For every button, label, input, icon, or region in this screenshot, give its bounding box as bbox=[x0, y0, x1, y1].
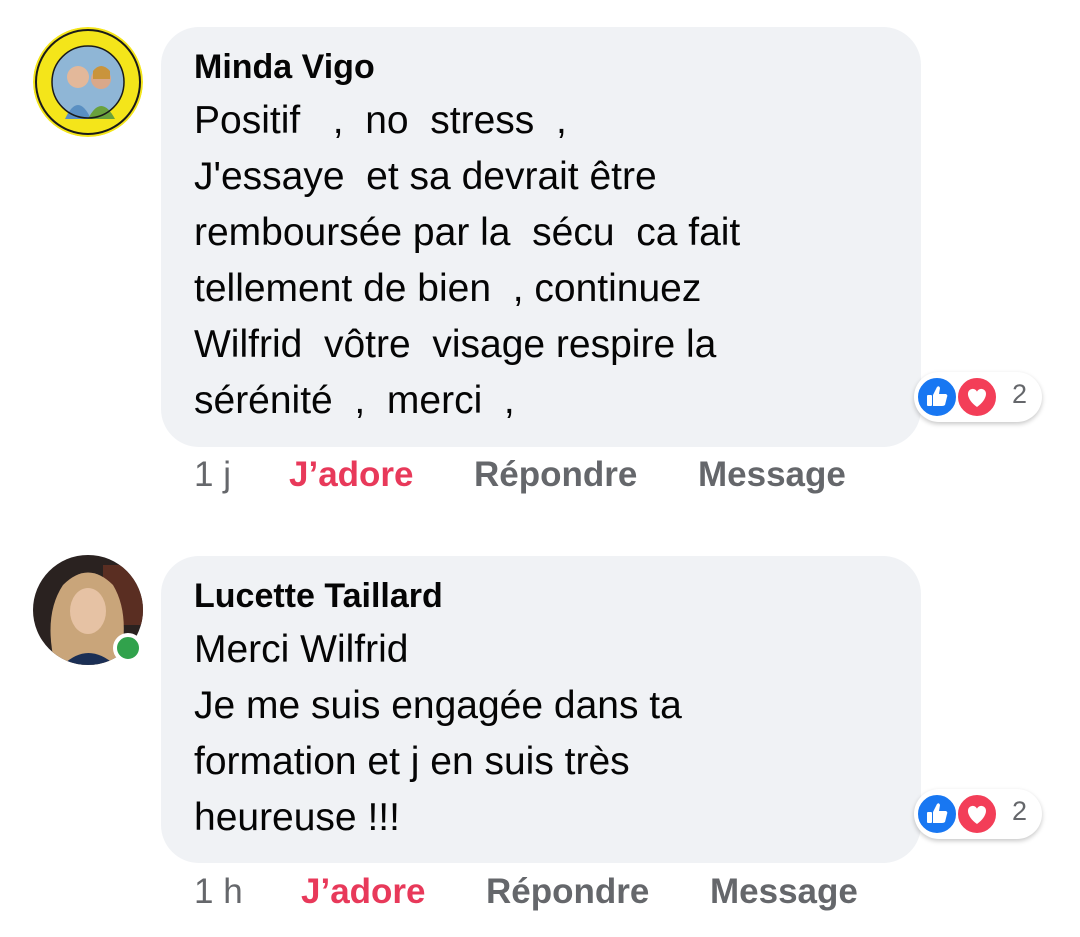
reply-button[interactable]: Répondre bbox=[486, 872, 649, 912]
like-icon bbox=[916, 793, 958, 835]
comment-bubble[interactable]: Minda Vigo Positif , no stress , J'essay… bbox=[161, 27, 921, 447]
comment-author[interactable]: Lucette Taillard bbox=[194, 574, 891, 618]
comment-line: sérénité , merci , bbox=[194, 379, 515, 422]
comment-timestamp[interactable]: 1 j bbox=[194, 455, 231, 495]
comment-line: Positif , no stress , bbox=[194, 99, 567, 142]
comment-text: Merci Wilfrid Je me suis engagée dans ta… bbox=[194, 622, 891, 846]
comment-timestamp[interactable]: 1 h bbox=[194, 872, 243, 912]
love-icon bbox=[956, 793, 998, 835]
comment-line: formation et j en suis très bbox=[194, 740, 630, 783]
comment-line: Wilfrid vôtre visage respire la bbox=[194, 323, 717, 366]
comment-line: heureuse !!! bbox=[194, 796, 400, 839]
reaction-summary[interactable]: 2 bbox=[914, 789, 1042, 839]
comment-line: J'essaye et sa devrait être bbox=[194, 155, 657, 198]
online-status-indicator bbox=[113, 633, 143, 663]
avatar[interactable] bbox=[33, 27, 143, 137]
comment-line: Merci Wilfrid bbox=[194, 628, 409, 671]
love-icon bbox=[956, 376, 998, 418]
comment-author[interactable]: Minda Vigo bbox=[194, 45, 891, 89]
like-icon bbox=[916, 376, 958, 418]
comment-text: Positif , no stress , J'essaye et sa dev… bbox=[194, 93, 891, 429]
comment-bubble[interactable]: Lucette Taillard Merci Wilfrid Je me sui… bbox=[161, 556, 921, 863]
message-button[interactable]: Message bbox=[698, 455, 846, 495]
reaction-count: 2 bbox=[1012, 379, 1028, 409]
love-reaction-button[interactable]: J’adore bbox=[301, 872, 426, 912]
comment-line: remboursée par la sécu ca fait bbox=[194, 211, 741, 254]
reaction-summary[interactable]: 2 bbox=[914, 372, 1042, 422]
message-button[interactable]: Message bbox=[710, 872, 858, 912]
avatar-badge-image bbox=[33, 27, 143, 137]
comment-line: Je me suis engagée dans ta bbox=[194, 684, 682, 727]
comment-line: tellement de bien , continuez bbox=[194, 267, 702, 310]
reaction-count: 2 bbox=[1012, 796, 1028, 826]
love-reaction-button[interactable]: J’adore bbox=[289, 455, 414, 495]
reply-button[interactable]: Répondre bbox=[474, 455, 637, 495]
